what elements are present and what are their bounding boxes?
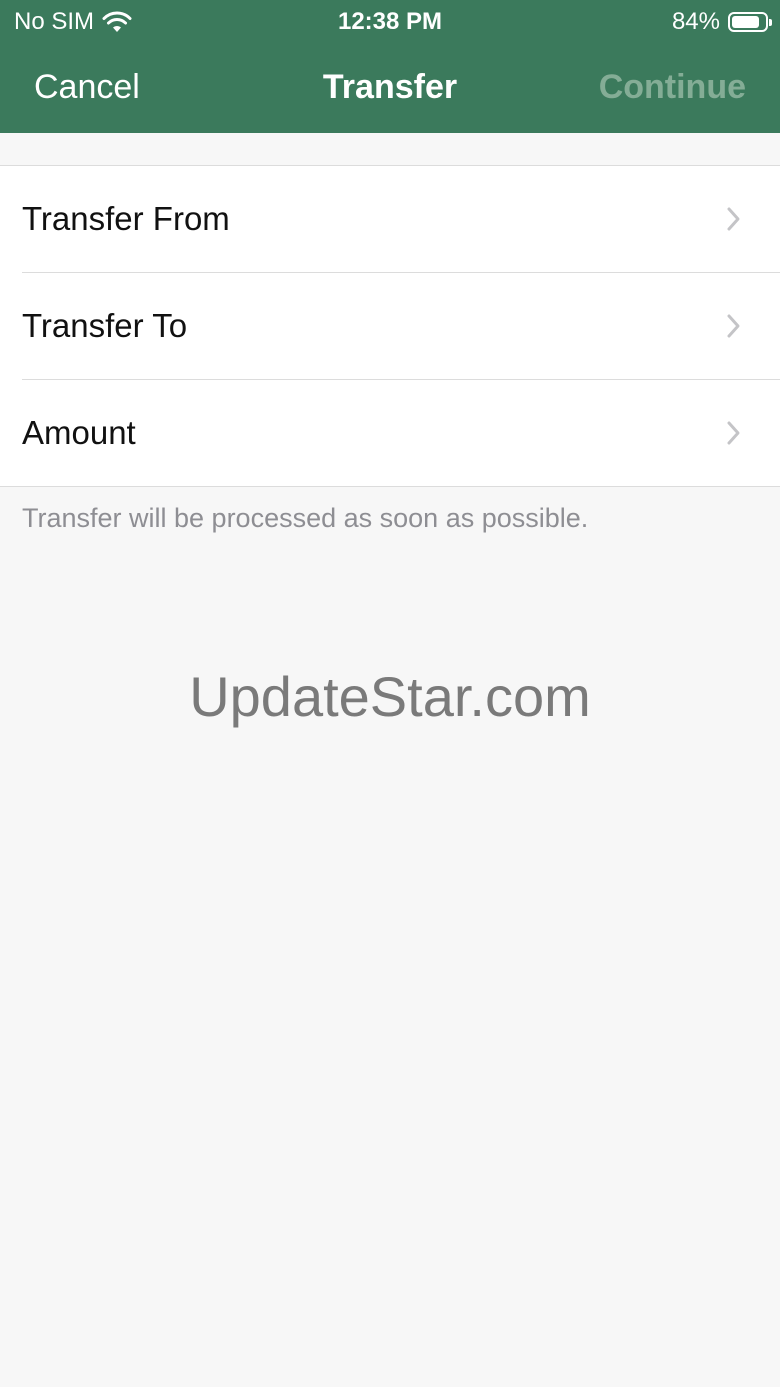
status-time: 12:38 PM: [337, 8, 443, 35]
header: No SIM 12:38 PM 84% Cancel Transfer Cont…: [0, 0, 780, 133]
chevron-right-icon: [727, 207, 740, 231]
battery-group: 84%: [671, 8, 772, 36]
transfer-from-label: Transfer From: [22, 200, 230, 237]
battery-fill: [732, 16, 759, 28]
battery-icon: [728, 12, 772, 32]
chevron-right-icon: [727, 314, 740, 338]
battery-tip: [769, 19, 772, 26]
transfer-to-label: Transfer To: [22, 307, 188, 344]
nav-bar: Cancel Transfer Continue: [0, 44, 780, 133]
transfer-to-row[interactable]: Transfer To: [0, 273, 780, 379]
chevron-right-icon: [727, 421, 740, 445]
watermark: UpdateStar.com: [189, 665, 591, 728]
amount-label: Amount: [22, 414, 136, 451]
transfer-from-row[interactable]: Transfer From: [0, 166, 780, 272]
status-bar: No SIM 12:38 PM 84%: [0, 0, 780, 44]
footer-note: Transfer will be processed as soon as po…: [22, 503, 589, 533]
continue-button[interactable]: Continue: [599, 68, 746, 107]
amount-row[interactable]: Amount: [0, 380, 780, 486]
battery-percent: 84%: [671, 8, 720, 35]
transfer-options-list: Transfer From Transfer To Amount: [0, 165, 780, 487]
